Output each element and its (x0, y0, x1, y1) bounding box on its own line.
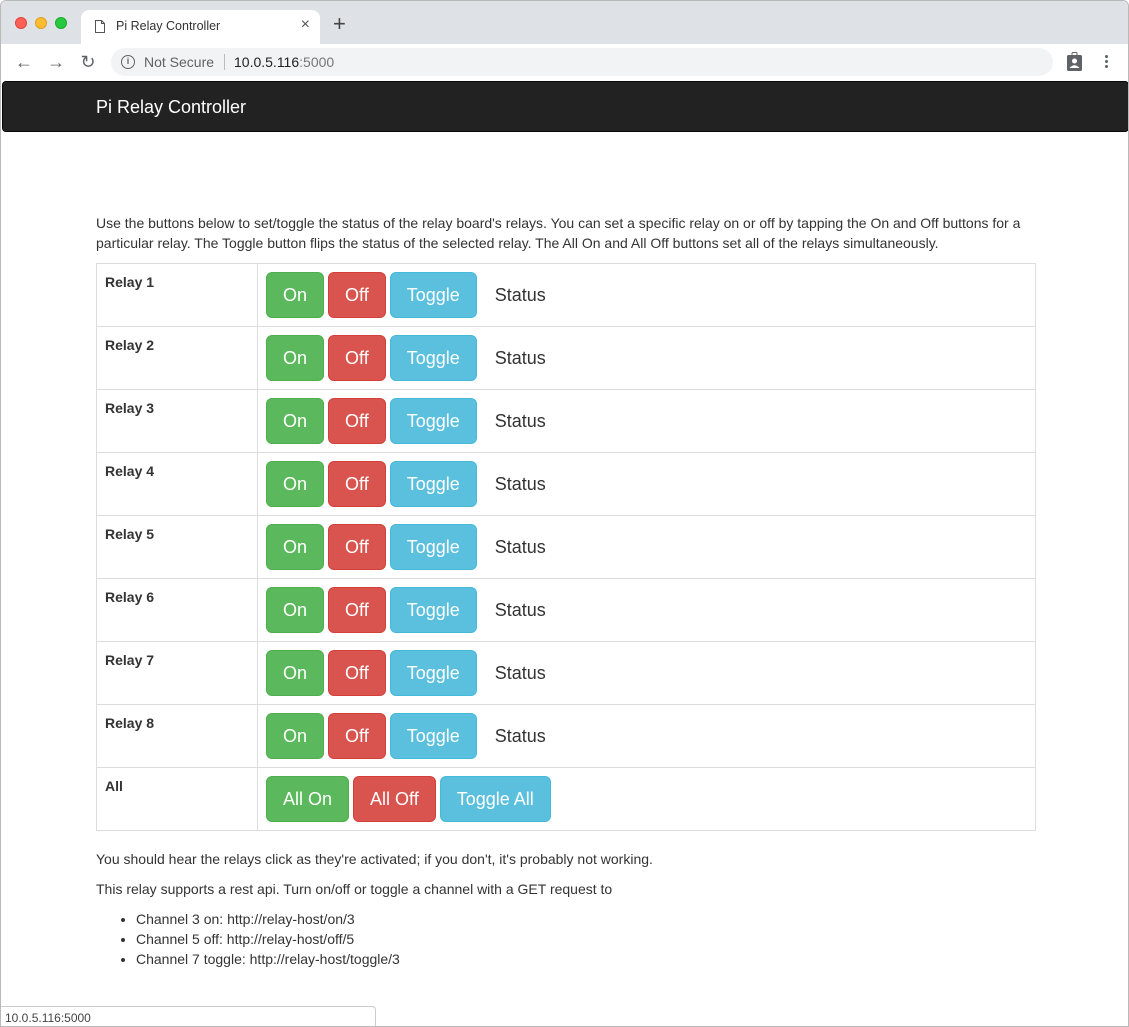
relay-status: Status (494, 663, 546, 683)
document-icon (95, 20, 105, 33)
relay-off-button[interactable]: Off (328, 587, 386, 633)
relay-on-button[interactable]: On (266, 398, 325, 444)
all-off-button[interactable]: All Off (353, 776, 436, 822)
maximize-window-button[interactable] (55, 17, 67, 29)
relay-controls: All On All Off Toggle All (257, 767, 1036, 831)
relay-status: Status (494, 726, 546, 746)
url-host: 10.0.5.116 (234, 54, 300, 70)
relay-label: Relay 6 (96, 578, 258, 642)
close-window-button[interactable] (15, 17, 27, 29)
relay-controls: On Off Toggle Status (257, 263, 1036, 327)
navbar-brand[interactable]: Pi Relay Controller (96, 97, 246, 118)
relay-row-all: All All On All Off Toggle All (96, 767, 1036, 831)
relay-row: Relay 3 On Off Toggle Status (96, 389, 1036, 453)
relay-on-button[interactable]: On (266, 713, 325, 759)
api-example: Channel 3 on: http://relay-host/on/3 (136, 909, 1036, 929)
relay-toggle-button[interactable]: Toggle (389, 587, 477, 633)
relay-row: Relay 8 On Off Toggle Status (96, 704, 1036, 768)
toggle-all-button[interactable]: Toggle All (439, 776, 551, 822)
relay-label: Relay 1 (96, 263, 258, 327)
hear-clicks-note: You should hear the relays click as they… (96, 851, 653, 867)
url-port: :5000 (299, 54, 335, 70)
browser-tab[interactable]: Pi Relay Controller × (81, 10, 320, 44)
relay-controls: On Off Toggle Status (257, 389, 1036, 453)
relay-on-button[interactable]: On (266, 650, 325, 696)
navbar: Pi Relay Controller (2, 81, 1128, 132)
relay-toggle-button[interactable]: Toggle (389, 524, 477, 570)
relay-status: Status (494, 285, 546, 305)
relay-controls: On Off Toggle Status (257, 326, 1036, 390)
notes-section: You should hear the relays click as they… (96, 849, 1036, 969)
relay-label: Relay 8 (96, 704, 258, 768)
browser-toolbar: ← → ↻ i Not Secure 10.0.5.116:5000 (1, 44, 1128, 80)
intro-text: Use the buttons below to set/toggle the … (96, 215, 1021, 251)
main-content: Use the buttons below to set/toggle the … (96, 213, 1036, 969)
relay-off-button[interactable]: Off (328, 524, 386, 570)
relay-off-button[interactable]: Off (328, 461, 386, 507)
relay-status: Status (494, 474, 546, 494)
relay-label: Relay 4 (96, 452, 258, 516)
address-bar[interactable]: i Not Secure 10.0.5.116:5000 (111, 48, 1053, 76)
all-on-button[interactable]: All On (266, 776, 350, 822)
close-tab-icon[interactable]: × (301, 16, 310, 34)
tab-strip: Pi Relay Controller × + (1, 1, 1128, 44)
relay-controls: On Off Toggle Status (257, 452, 1036, 516)
url-text: 10.0.5.116:5000 (234, 54, 334, 70)
tab-title: Pi Relay Controller (116, 19, 221, 33)
relay-off-button[interactable]: Off (328, 713, 386, 759)
relay-controls: On Off Toggle Status (257, 578, 1036, 642)
security-label: Not Secure (144, 54, 215, 70)
relay-off-button[interactable]: Off (328, 398, 386, 444)
status-bar-url: 10.0.5.116:5000 (1, 1006, 376, 1026)
api-example: Channel 7 toggle: http://relay-host/togg… (136, 949, 1036, 969)
relay-off-button[interactable]: Off (328, 335, 386, 381)
relay-row: Relay 2 On Off Toggle Status (96, 326, 1036, 390)
relay-row: Relay 7 On Off Toggle Status (96, 641, 1036, 705)
relay-toggle-button[interactable]: Toggle (389, 398, 477, 444)
rest-api-note: This relay supports a rest api. Turn on/… (96, 881, 613, 897)
minimize-window-button[interactable] (35, 17, 47, 29)
relay-toggle-button[interactable]: Toggle (389, 272, 477, 318)
relay-controls: On Off Toggle Status (257, 515, 1036, 579)
api-examples-list: Channel 3 on: http://relay-host/on/3 Cha… (136, 909, 1036, 969)
relay-on-button[interactable]: On (266, 272, 325, 318)
relay-label: Relay 5 (96, 515, 258, 579)
forward-icon[interactable]: → (45, 51, 67, 73)
relay-toggle-button[interactable]: Toggle (389, 650, 477, 696)
browser-window: Pi Relay Controller × + ← → ↻ i Not Secu… (0, 0, 1129, 1027)
relay-controls: On Off Toggle Status (257, 704, 1036, 768)
relay-toggle-button[interactable]: Toggle (389, 461, 477, 507)
relay-label: Relay 3 (96, 389, 258, 453)
info-icon[interactable]: i (121, 55, 135, 69)
relay-row: Relay 1 On Off Toggle Status (96, 263, 1036, 327)
relay-label: Relay 2 (96, 326, 258, 390)
clipboard-user-icon[interactable] (1067, 52, 1082, 71)
more-menu-icon[interactable] (1101, 53, 1111, 71)
relay-table: Relay 1 On Off Toggle Status Relay 2 On Off T… (96, 263, 1036, 831)
relay-label: Relay 7 (96, 641, 258, 705)
relay-off-button[interactable]: Off (328, 650, 386, 696)
relay-label: All (96, 767, 258, 831)
relay-row: Relay 5 On Off Toggle Status (96, 515, 1036, 579)
relay-status: Status (494, 348, 546, 368)
new-tab-button[interactable]: + (333, 13, 346, 35)
relay-toggle-button[interactable]: Toggle (389, 335, 477, 381)
back-icon[interactable]: ← (13, 51, 35, 73)
relay-toggle-button[interactable]: Toggle (389, 713, 477, 759)
relay-on-button[interactable]: On (266, 524, 325, 570)
relay-off-button[interactable]: Off (328, 272, 386, 318)
relay-on-button[interactable]: On (266, 335, 325, 381)
relay-row: Relay 6 On Off Toggle Status (96, 578, 1036, 642)
relay-on-button[interactable]: On (266, 461, 325, 507)
relay-status: Status (494, 537, 546, 557)
api-example: Channel 5 off: http://relay-host/off/5 (136, 929, 1036, 949)
relay-on-button[interactable]: On (266, 587, 325, 633)
relay-status: Status (494, 600, 546, 620)
relay-status: Status (494, 411, 546, 431)
relay-controls: On Off Toggle Status (257, 641, 1036, 705)
address-separator (224, 54, 225, 70)
reload-icon[interactable]: ↻ (77, 51, 99, 73)
relay-row: Relay 4 On Off Toggle Status (96, 452, 1036, 516)
